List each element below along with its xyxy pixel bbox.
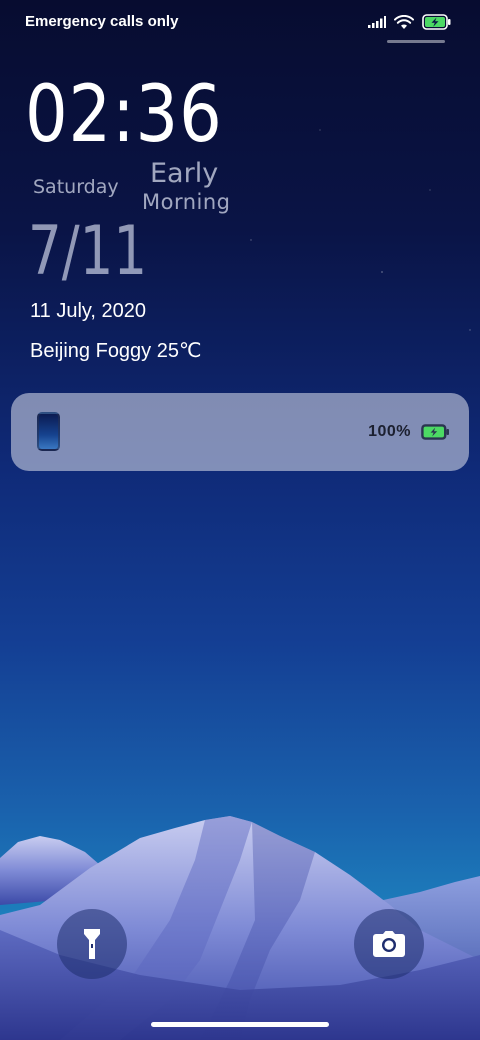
full-date: 11 July, 2020 xyxy=(30,300,147,322)
camera-button[interactable] xyxy=(354,909,424,979)
day-period-line1: Early xyxy=(150,158,219,189)
camera-icon xyxy=(373,931,405,957)
lockscreen-clock: 02:36 xyxy=(25,76,255,154)
phone-icon xyxy=(37,412,60,451)
weekday-label: Saturday xyxy=(33,176,119,198)
carrier-label: Emergency calls only xyxy=(25,13,179,30)
short-date-text: 7/11 xyxy=(28,212,148,291)
signal-icon xyxy=(368,16,386,28)
short-date: 7/11 xyxy=(28,218,181,286)
flashlight-button[interactable] xyxy=(57,909,127,979)
status-bar: Emergency calls only xyxy=(0,0,480,44)
charging-card[interactable]: 100% xyxy=(11,393,469,471)
flashlight-icon xyxy=(84,929,100,959)
wifi-icon xyxy=(394,14,414,29)
battery-full-icon xyxy=(421,424,449,440)
clock-time: 02:36 xyxy=(25,70,223,160)
notification-shade-handle[interactable] xyxy=(387,40,445,43)
status-icons xyxy=(368,12,452,32)
weather-label: Beijing Foggy 25℃ xyxy=(30,340,202,362)
home-indicator[interactable] xyxy=(151,1022,329,1027)
battery-charging-icon xyxy=(422,14,451,30)
charge-percent: 100% xyxy=(368,423,411,440)
day-period-line2: Morning xyxy=(142,190,231,214)
